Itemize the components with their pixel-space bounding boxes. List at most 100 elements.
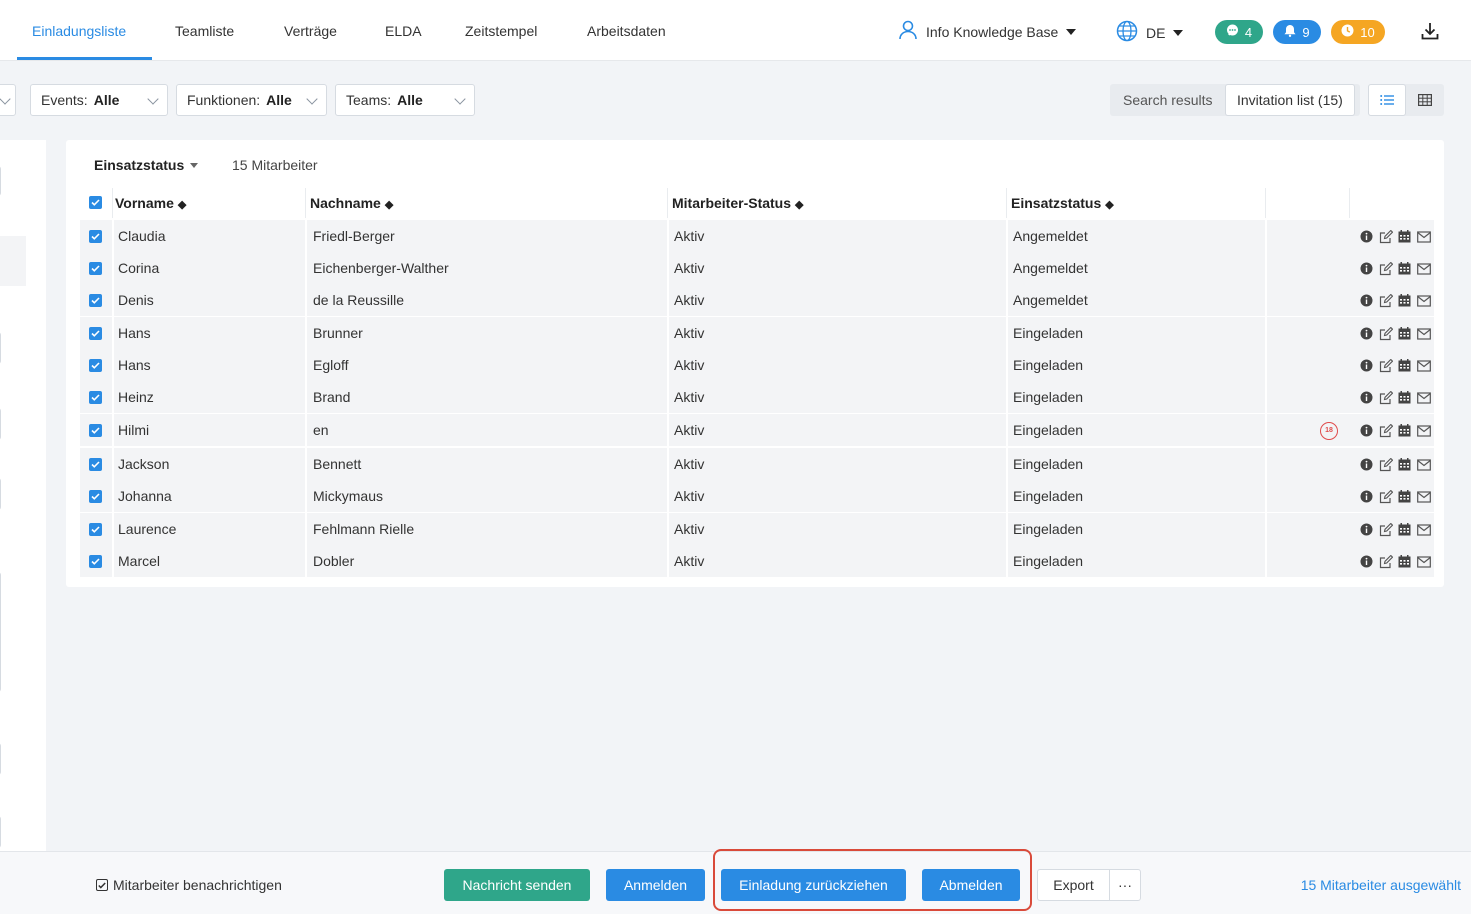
tab-vertraege[interactable]: Verträge [284,0,337,60]
user-menu[interactable]: Info Knowledge Base [898,20,1077,43]
column-header-vorname[interactable]: Vorname ◆ [115,188,186,218]
edit-icon[interactable] [1378,390,1393,405]
column-header-einsatzstatus[interactable]: Einsatzstatus ◆ [1011,188,1114,218]
info-icon[interactable] [1359,261,1374,276]
search-results-option[interactable]: Search results [1123,84,1212,116]
row-checkbox[interactable] [89,294,102,307]
table-row[interactable]: Denis de la Reussille Aktiv Angemeldet [80,284,1434,316]
edit-icon[interactable] [1378,358,1393,373]
info-icon[interactable] [1359,423,1374,438]
row-checkbox[interactable] [89,458,102,471]
more-options-button[interactable]: ··· [1109,869,1141,901]
table-row[interactable]: Corina Eichenberger-Walther Aktiv Angemelde… [80,252,1434,284]
send-message-button[interactable]: Nachricht senden [444,869,590,901]
edit-icon[interactable] [1378,489,1393,504]
info-icon[interactable] [1359,293,1374,308]
tab-elda[interactable]: ELDA [385,0,422,60]
calendar-icon[interactable] [1397,326,1412,341]
edit-icon[interactable] [1378,457,1393,472]
mail-icon[interactable] [1416,457,1431,472]
row-checkbox[interactable] [89,523,102,536]
row-checkbox[interactable] [89,359,102,372]
side-panel-field[interactable] [0,478,1,510]
info-icon[interactable] [1359,522,1374,537]
mail-icon[interactable] [1416,326,1431,341]
calendar-icon[interactable] [1397,457,1412,472]
filter-partial[interactable] [0,84,16,116]
calendar-icon[interactable] [1397,423,1412,438]
calendar-icon[interactable] [1397,261,1412,276]
info-icon[interactable] [1359,390,1374,405]
info-icon[interactable] [1359,358,1374,373]
info-icon[interactable] [1359,554,1374,569]
invitation-list-option[interactable]: Invitation list (15) [1225,84,1355,116]
mail-icon[interactable] [1416,293,1431,308]
info-icon[interactable] [1359,489,1374,504]
row-checkbox[interactable] [89,230,102,243]
withdraw-invitation-button[interactable]: Einladung zurückziehen [721,869,906,901]
calendar-icon[interactable] [1397,489,1412,504]
calendar-icon[interactable] [1397,293,1412,308]
download-icon[interactable] [1420,21,1440,44]
events-filter[interactable]: Events: Alle [30,84,168,116]
mail-icon[interactable] [1416,261,1431,276]
group-by-selector[interactable]: Einsatzstatus [94,157,199,173]
edit-icon[interactable] [1378,326,1393,341]
table-row[interactable]: Jackson Bennett Aktiv Eingeladen [80,448,1434,480]
selected-count-link[interactable]: 15 Mitarbeiter ausgewählt [1301,877,1461,893]
row-checkbox[interactable] [89,555,102,568]
side-panel-field[interactable] [0,408,1,440]
mail-icon[interactable] [1416,423,1431,438]
edit-icon[interactable] [1378,522,1393,537]
calendar-icon[interactable] [1397,229,1412,244]
calendar-icon[interactable] [1397,554,1412,569]
language-menu[interactable]: DE [1116,20,1184,45]
notifications-badge[interactable]: 9 [1273,20,1321,44]
tab-teamliste[interactable]: Teamliste [175,0,234,60]
column-header-mitarbeiter-status[interactable]: Mitarbeiter-Status ◆ [672,188,804,218]
table-row[interactable]: Hans Egloff Aktiv Eingeladen [80,349,1434,381]
grid-view-icon[interactable] [1406,84,1444,116]
edit-icon[interactable] [1378,554,1393,569]
info-icon[interactable] [1359,457,1374,472]
row-checkbox[interactable] [89,262,102,275]
messages-badge[interactable]: 4 [1215,20,1263,44]
row-checkbox[interactable] [89,391,102,404]
calendar-icon[interactable] [1397,522,1412,537]
mail-icon[interactable] [1416,390,1431,405]
register-button[interactable]: Anmelden [606,869,705,901]
export-button[interactable]: Export [1037,869,1110,901]
notify-employees-checkbox[interactable]: Mitarbeiter benachrichtigen [96,877,282,893]
calendar-icon[interactable] [1397,358,1412,373]
tab-arbeitsdaten[interactable]: Arbeitsdaten [587,0,666,60]
edit-icon[interactable] [1378,229,1393,244]
side-panel-field[interactable] [0,816,1,848]
mail-icon[interactable] [1416,489,1431,504]
edit-icon[interactable] [1378,423,1393,438]
side-panel-field[interactable] [0,166,1,196]
side-panel-selected-item[interactable] [0,236,26,286]
mail-icon[interactable] [1416,229,1431,244]
table-row[interactable]: Laurence Fehlmann Rielle Aktiv Eingeladen [80,513,1434,545]
functions-filter[interactable]: Funktionen: Alle [176,84,327,116]
edit-icon[interactable] [1378,293,1393,308]
row-checkbox[interactable] [89,490,102,503]
list-view-icon[interactable] [1368,84,1406,116]
tab-zeitstempel[interactable]: Zeitstempel [465,0,537,60]
table-row[interactable]: Hans Brunner Aktiv Eingeladen [80,317,1434,349]
info-icon[interactable] [1359,229,1374,244]
side-panel-field[interactable] [0,743,1,775]
teams-filter[interactable]: Teams: Alle [335,84,475,116]
table-row[interactable]: Claudia Friedl-Berger Aktiv Angemeldet [80,220,1434,252]
timers-badge[interactable]: 10 [1331,20,1385,44]
table-row[interactable]: Marcel Dobler Aktiv Eingeladen [80,545,1434,577]
info-icon[interactable] [1359,326,1374,341]
table-row[interactable]: Johanna Mickymaus Aktiv Eingeladen [80,480,1434,512]
table-row[interactable]: Heinz Brand Aktiv Eingeladen [80,381,1434,413]
row-checkbox[interactable] [89,424,102,437]
side-panel-textarea[interactable] [0,572,1,692]
calendar-icon[interactable] [1397,390,1412,405]
table-row[interactable]: Hilmi en Aktiv Eingeladen 18 [80,414,1434,446]
row-checkbox[interactable] [89,327,102,340]
select-all-checkbox[interactable] [89,196,102,209]
